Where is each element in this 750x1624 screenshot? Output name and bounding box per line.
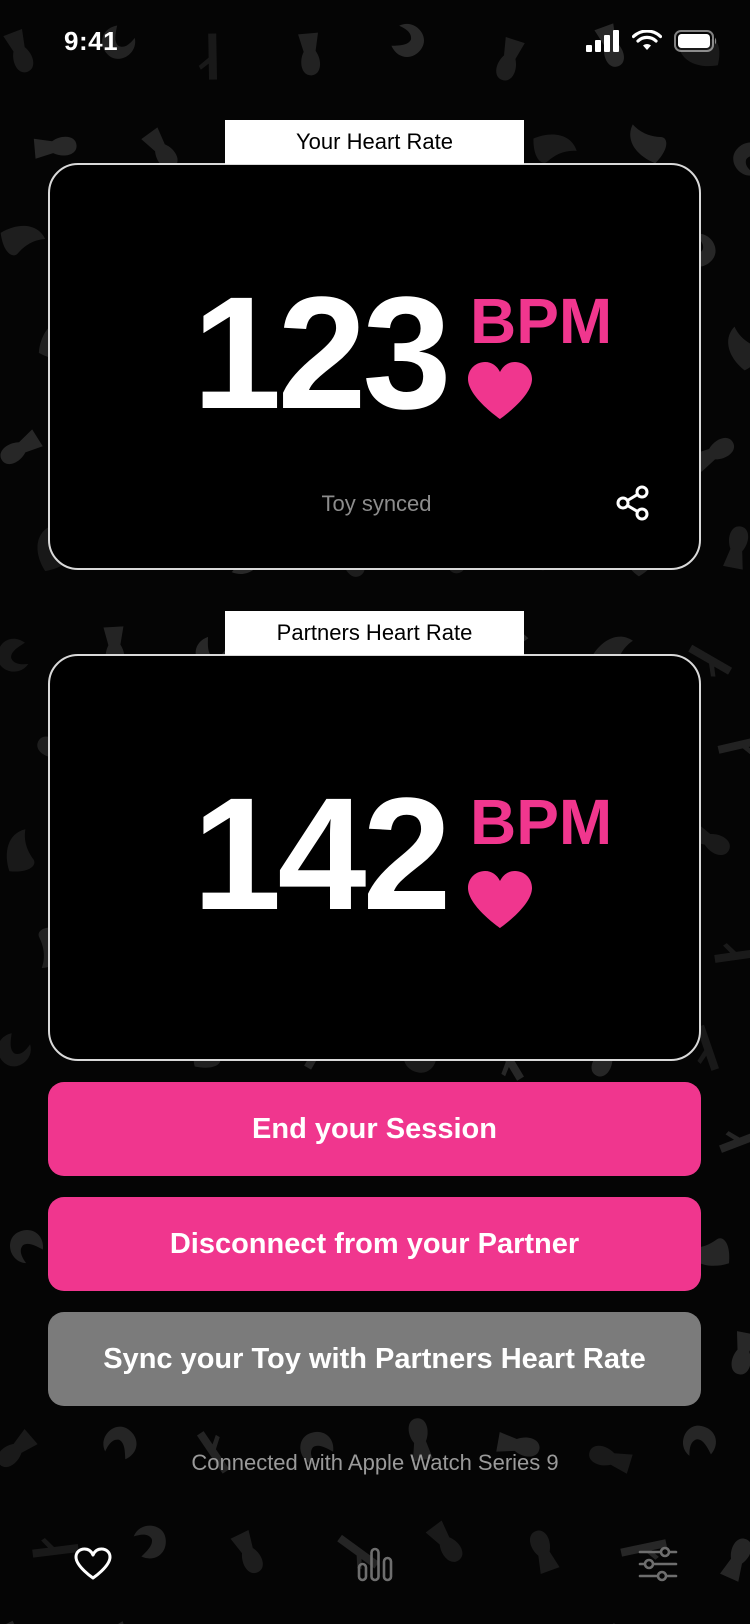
- pattern-shape: [723, 526, 749, 570]
- sync-toy-button[interactable]: Sync your Toy with Partners Heart Rate: [48, 1312, 701, 1406]
- connection-status: Connected with Apple Watch Series 9: [191, 1450, 559, 1475]
- pattern-shape: [33, 136, 77, 159]
- toy-sync-status: Toy synced: [321, 491, 432, 516]
- status-icons: [586, 30, 718, 52]
- partner-bpm-value: 142: [192, 764, 452, 943]
- partner-heart-rate-card: 142 BPM: [48, 654, 701, 1061]
- status-bar: 9:41: [0, 0, 750, 90]
- partner-heart-rate-tab: Partners Heart Rate: [225, 611, 524, 655]
- app-screen: 9:41 Your Heart Rate 123 BPM Toy synced …: [0, 0, 750, 1624]
- pattern-shape: [719, 1128, 750, 1153]
- pattern-shape: [533, 134, 577, 163]
- pattern-shape: [733, 142, 750, 176]
- cellular-signal-icon: [586, 30, 619, 52]
- pattern-shape: [720, 1538, 750, 1582]
- bar-chart-icon: [357, 1547, 393, 1582]
- pattern-shape: [0, 1033, 31, 1067]
- your-bpm-value: 123: [192, 263, 452, 442]
- status-time: 9:41: [64, 26, 119, 56]
- tab-statistics[interactable]: [345, 1534, 405, 1594]
- sliders-icon: [638, 1546, 678, 1582]
- pattern-shape: [133, 1525, 166, 1559]
- pattern-shape: [230, 1530, 263, 1574]
- disconnect-partner-button[interactable]: Disconnect from your Partner: [48, 1197, 701, 1291]
- pattern-shape: [6, 829, 35, 872]
- heart-outline-icon: [74, 1547, 112, 1580]
- pattern-shape: [714, 943, 750, 963]
- share-button[interactable]: [611, 481, 655, 525]
- tab-settings[interactable]: [628, 1534, 688, 1594]
- pattern-shape: [0, 638, 29, 672]
- share-icon: [616, 485, 649, 521]
- end-session-button[interactable]: End your Session: [48, 1082, 701, 1176]
- pattern-shape: [728, 326, 750, 371]
- your-bpm-unit: BPM: [470, 285, 613, 357]
- pattern-shape: [731, 1331, 750, 1375]
- pattern-shape: [0, 225, 46, 256]
- wifi-icon: [632, 30, 662, 50]
- pattern-shape: [425, 1520, 463, 1562]
- your-heart-rate-card: 123 BPM Toy synced: [48, 163, 701, 570]
- partner-bpm-unit: BPM: [470, 786, 613, 858]
- pattern-shape: [530, 1530, 560, 1575]
- pattern-shape: [630, 124, 667, 164]
- pattern-shape: [717, 735, 750, 757]
- battery-icon: [674, 30, 717, 52]
- tab-heart-rate[interactable]: [63, 1534, 123, 1594]
- your-heart-rate-tab: Your Heart Rate: [225, 120, 524, 164]
- pattern-shape: [10, 1230, 43, 1264]
- pattern-shape: [0, 429, 43, 465]
- heart-icon: [468, 362, 532, 419]
- heart-icon: [468, 871, 532, 928]
